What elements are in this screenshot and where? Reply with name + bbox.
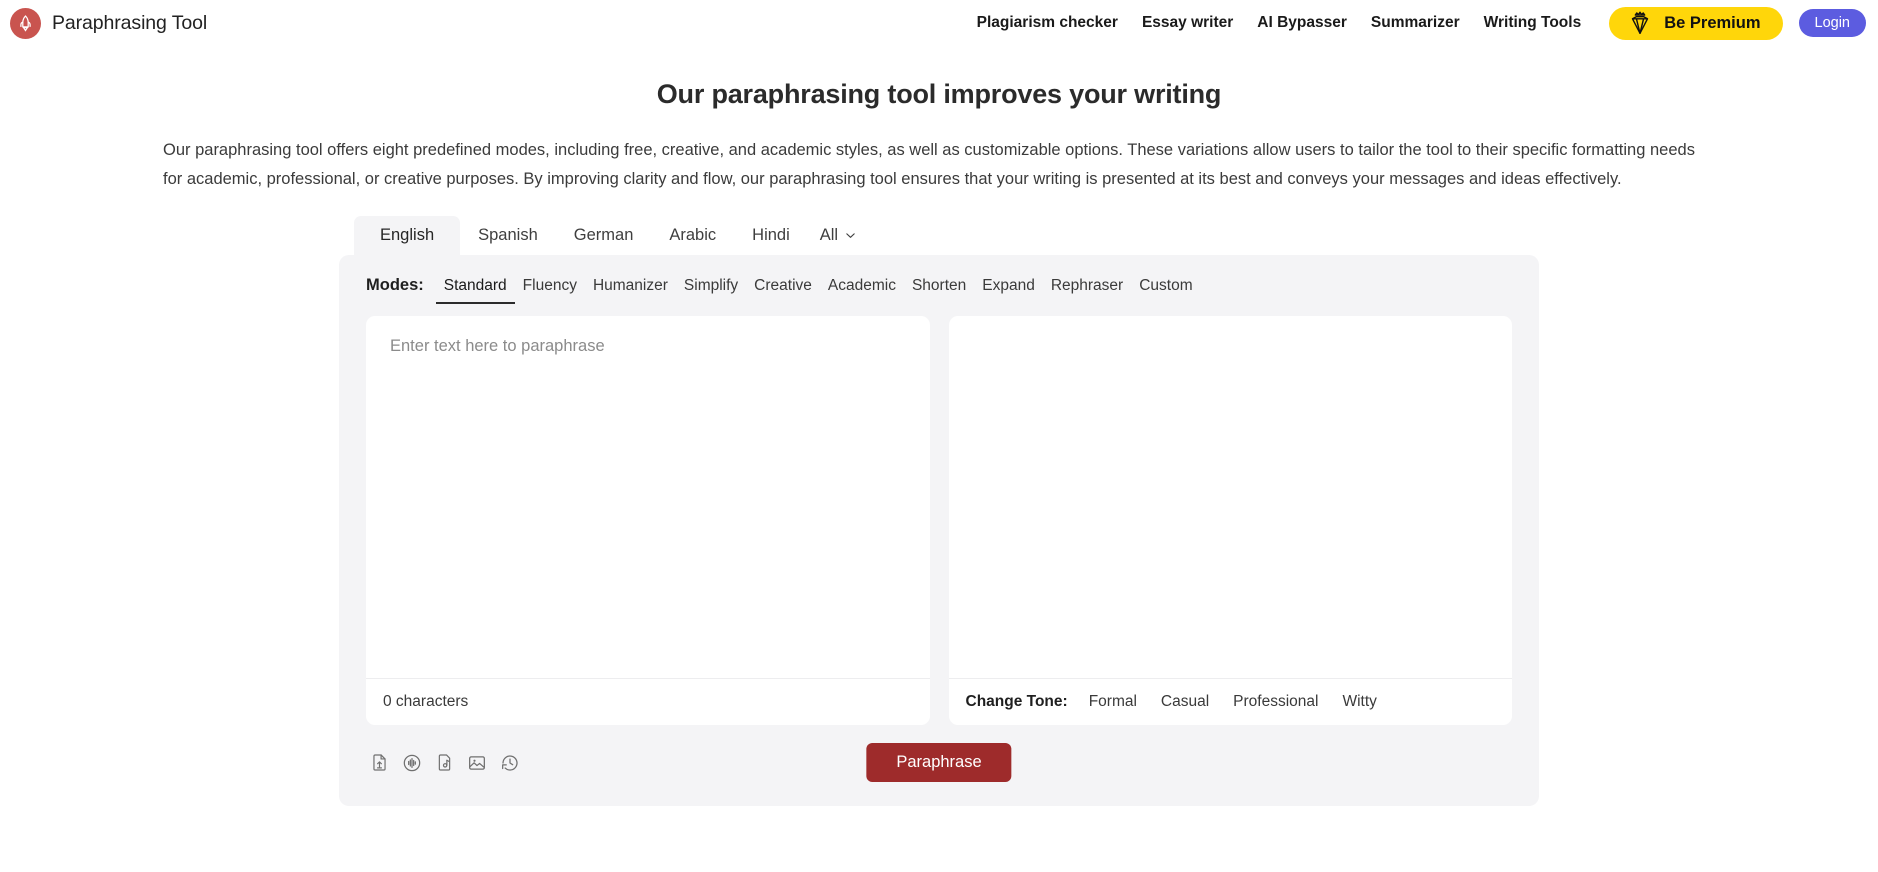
output-textarea[interactable] bbox=[949, 316, 1513, 678]
paraphrasing-tool: English Spanish German Arabic Hindi All … bbox=[339, 216, 1539, 806]
mode-fluency[interactable]: Fluency bbox=[515, 275, 585, 304]
language-tab-german[interactable]: German bbox=[556, 216, 652, 255]
output-panel: Change Tone: Formal Casual Professional … bbox=[948, 316, 1513, 725]
page-title: Our paraphrasing tool improves your writ… bbox=[656, 79, 1222, 109]
brand-name: Paraphrasing Tool bbox=[52, 11, 208, 34]
change-tone-label: Change Tone: bbox=[965, 692, 1068, 710]
nav-item-plagiarism-checker[interactable]: Plagiarism checker bbox=[965, 14, 1130, 32]
brand-logo-link[interactable]: Paraphrasing Tool bbox=[10, 7, 208, 39]
modes-row: Modes: Standard Fluency Humanizer Simpli… bbox=[366, 271, 1512, 316]
nav-item-writing-tools[interactable]: Writing Tools bbox=[1472, 14, 1594, 32]
mode-standard[interactable]: Standard bbox=[435, 275, 515, 304]
mode-custom[interactable]: Custom bbox=[1131, 275, 1200, 304]
site-header: Paraphrasing Tool Plagiarism checker Ess… bbox=[0, 0, 1878, 46]
editor-panels: Enter text here to paraphrase 0 characte… bbox=[366, 316, 1512, 725]
input-tools bbox=[366, 753, 520, 773]
language-all-dropdown[interactable]: All bbox=[808, 217, 867, 255]
nav-item-summarizer[interactable]: Summarizer bbox=[1359, 14, 1472, 32]
music-file-icon[interactable] bbox=[435, 753, 454, 772]
image-icon[interactable] bbox=[467, 753, 487, 773]
nav-item-ai-bypasser[interactable]: AI Bypasser bbox=[1245, 14, 1359, 32]
mode-rephraser[interactable]: Rephraser bbox=[1043, 275, 1131, 304]
language-tab-hindi[interactable]: Hindi bbox=[734, 216, 808, 255]
paraphrase-button[interactable]: Paraphrase bbox=[866, 743, 1012, 782]
audio-waveform-icon[interactable] bbox=[402, 753, 422, 773]
main-nav: Plagiarism checker Essay writer AI Bypas… bbox=[965, 6, 1866, 40]
mode-academic[interactable]: Academic bbox=[820, 275, 904, 304]
tone-casual[interactable]: Casual bbox=[1154, 693, 1216, 711]
character-count: 0 characters bbox=[383, 692, 469, 710]
input-panel: Enter text here to paraphrase 0 characte… bbox=[366, 316, 930, 725]
tone-witty[interactable]: Witty bbox=[1335, 693, 1383, 711]
history-clock-icon[interactable] bbox=[500, 753, 520, 773]
nav-item-essay-writer[interactable]: Essay writer bbox=[1130, 14, 1245, 32]
mode-simplify[interactable]: Simplify bbox=[676, 275, 746, 304]
language-tab-arabic[interactable]: Arabic bbox=[651, 216, 734, 255]
input-panel-footer: 0 characters bbox=[366, 678, 930, 725]
tool-card: Modes: Standard Fluency Humanizer Simpli… bbox=[339, 255, 1539, 806]
login-button[interactable]: Login bbox=[1798, 9, 1866, 37]
mode-expand[interactable]: Expand bbox=[974, 275, 1043, 304]
rocket-pen-logo-icon bbox=[10, 7, 41, 39]
language-all-label: All bbox=[819, 226, 839, 244]
chevron-down-icon bbox=[844, 229, 857, 242]
be-premium-button[interactable]: Be Premium bbox=[1609, 6, 1783, 40]
input-placeholder: Enter text here to paraphrase bbox=[390, 337, 605, 355]
language-tabs: English Spanish German Arabic Hindi All bbox=[339, 216, 1539, 255]
be-premium-label: Be Premium bbox=[1664, 13, 1761, 32]
mode-humanizer[interactable]: Humanizer bbox=[585, 275, 676, 304]
modes-label: Modes: bbox=[366, 276, 424, 294]
language-tab-english[interactable]: English bbox=[354, 216, 461, 255]
tone-professional[interactable]: Professional bbox=[1226, 693, 1325, 711]
input-textarea[interactable]: Enter text here to paraphrase bbox=[366, 316, 930, 678]
tool-bottom-bar: Paraphrase bbox=[366, 741, 1512, 784]
diamond-crown-icon bbox=[1625, 8, 1655, 38]
tone-formal[interactable]: Formal bbox=[1082, 693, 1144, 711]
mode-shorten[interactable]: Shorten bbox=[904, 275, 974, 304]
language-tab-spanish[interactable]: Spanish bbox=[460, 216, 556, 255]
page-intro-paragraph: Our paraphrasing tool offers eight prede… bbox=[163, 141, 1695, 188]
mode-creative[interactable]: Creative bbox=[746, 275, 820, 304]
output-panel-footer: Change Tone: Formal Casual Professional … bbox=[948, 678, 1512, 725]
upload-file-icon[interactable] bbox=[370, 753, 389, 772]
